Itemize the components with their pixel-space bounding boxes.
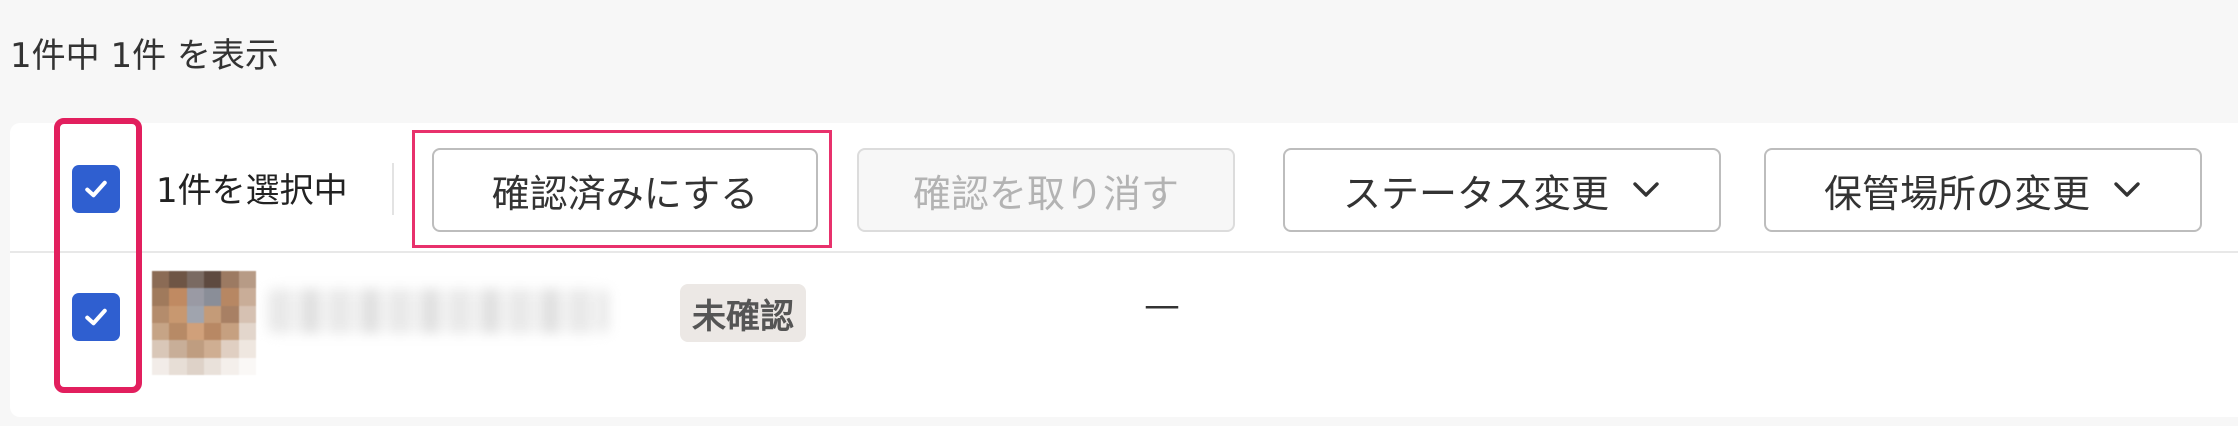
item-thumbnail — [152, 271, 256, 375]
change-status-dropdown[interactable]: ステータス変更 — [1283, 148, 1721, 232]
change-location-label: 保管場所の変更 — [1823, 171, 2090, 216]
location-value: — — [1144, 285, 1180, 326]
selected-count-label: 1件を選択中 — [156, 171, 348, 211]
chevron-down-icon — [1633, 182, 1659, 197]
highlight-confirm-button — [412, 130, 832, 248]
chevron-down-icon — [2114, 182, 2140, 197]
highlight-checkbox-column — [54, 118, 142, 393]
result-count-text: 1件中 1件 を表示 — [10, 36, 279, 76]
table-row[interactable]: 未確認 — — [10, 253, 2238, 383]
items-table: 1件を選択中 確認済みにする 確認を取り消す ステータス変更 保管場所の変更 未… — [10, 123, 2238, 417]
change-location-dropdown[interactable]: 保管場所の変更 — [1764, 148, 2202, 232]
toolbar-divider — [392, 163, 394, 215]
bulk-action-bar: 1件を選択中 確認済みにする 確認を取り消す ステータス変更 保管場所の変更 — [10, 123, 2238, 253]
redacted-item-name — [268, 289, 608, 333]
status-badge: 未確認 — [680, 284, 806, 342]
page: 1件中 1件 を表示 1件を選択中 確認済みにする 確認を取り消す ステータス変… — [0, 0, 2238, 426]
cancel-confirmation-button[interactable]: 確認を取り消す — [857, 148, 1235, 232]
change-status-label: ステータス変更 — [1342, 171, 1609, 216]
